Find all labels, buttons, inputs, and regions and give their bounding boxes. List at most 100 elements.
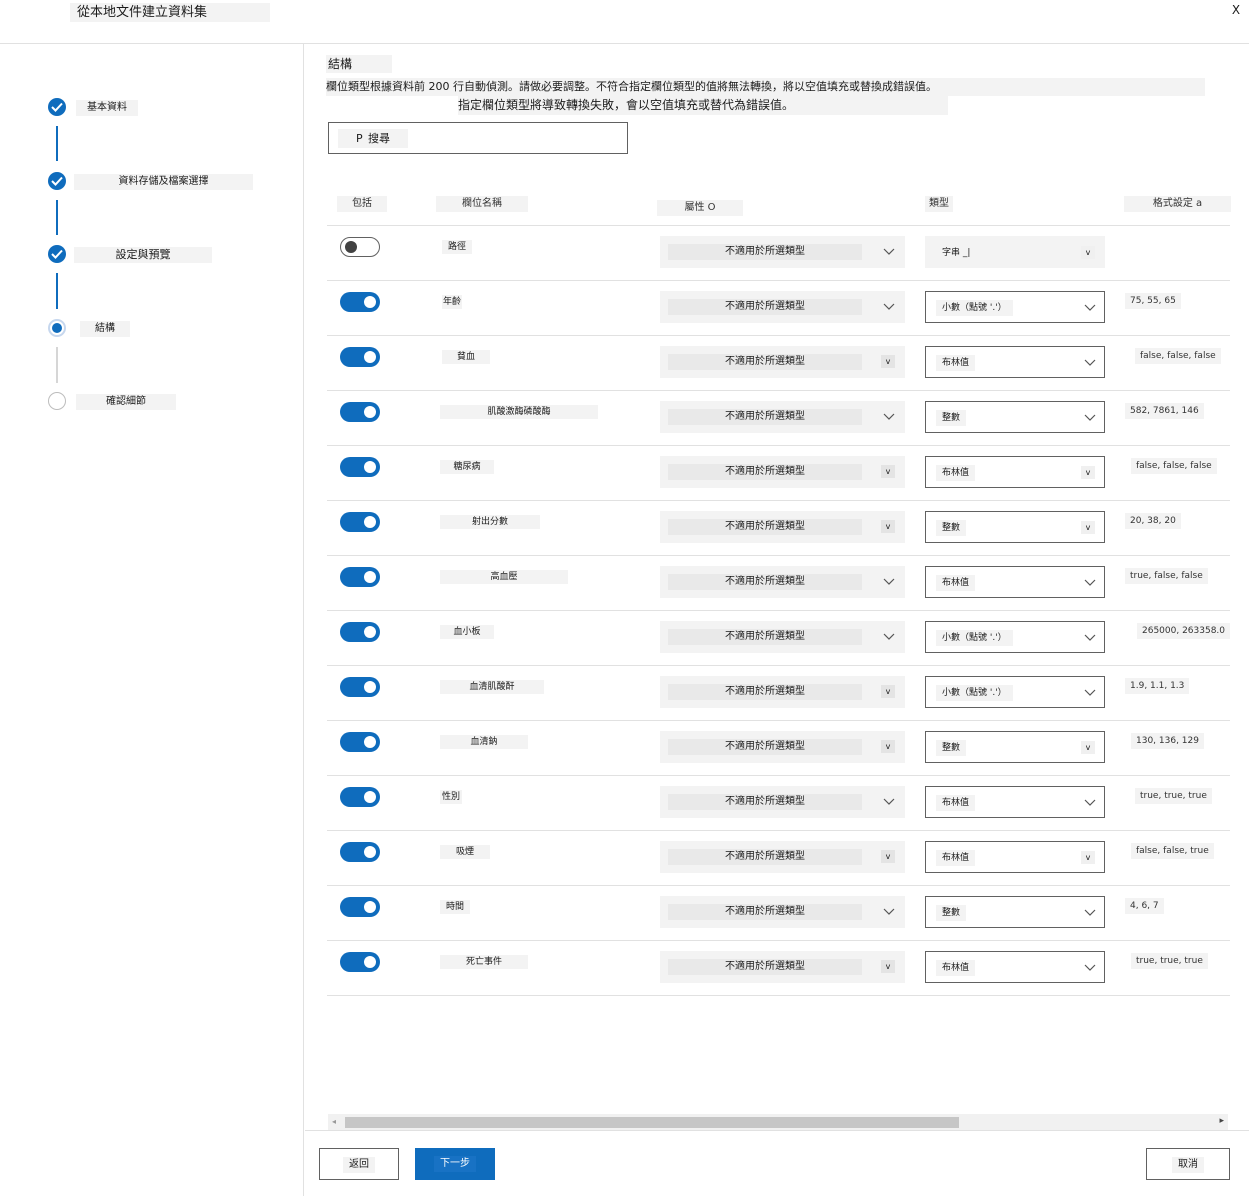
include-toggle[interactable]	[340, 237, 380, 257]
property-dropdown[interactable]: 不適用於所選類型 v	[660, 456, 905, 488]
include-toggle[interactable]	[340, 677, 380, 697]
chevron-down-icon	[883, 798, 895, 805]
property-dropdown[interactable]: 不適用於所選類型	[660, 621, 905, 653]
property-label: 不適用於所選類型	[668, 959, 862, 975]
column-name: 糖尿病	[440, 460, 494, 474]
column-name: 死亡事件	[440, 955, 528, 969]
chevron-down-icon: v	[1081, 851, 1095, 864]
step-connector	[56, 126, 58, 161]
check-circle-icon	[48, 245, 66, 263]
type-dropdown[interactable]: 小數（點號 '.'）	[925, 291, 1105, 323]
include-toggle[interactable]	[340, 842, 380, 862]
scroll-left-icon[interactable]: ◂	[332, 1117, 336, 1126]
property-dropdown[interactable]: 不適用於所選類型 v	[660, 731, 905, 763]
type-dropdown[interactable]: 整數	[925, 896, 1105, 928]
property-dropdown[interactable]: 不適用於所選類型 v	[660, 676, 905, 708]
table-row: 血清肌酸酐 不適用於所選類型 v 小數（點號 '.'） 1.9, 1.1, 1.3	[327, 665, 1230, 720]
type-dropdown[interactable]: 布林值	[925, 566, 1105, 598]
type-dropdown[interactable]: 整數 v	[925, 511, 1105, 543]
table-row: 肌酸激酶磷酸酶 不適用於所選類型 整數 582, 7861, 146	[327, 390, 1230, 445]
type-dropdown[interactable]: 小數（點號 '.'）	[925, 676, 1105, 708]
format-sample: 130, 136, 129	[1131, 733, 1204, 749]
table-row: 死亡事件 不適用於所選類型 v 布林值 true, true, true	[327, 940, 1230, 995]
include-toggle[interactable]	[340, 567, 380, 587]
table-row: 血小板 不適用於所選類型 小數（點號 '.'） 265000, 263358.0	[327, 610, 1231, 665]
chevron-down-icon	[883, 633, 895, 640]
type-label: 布林值	[936, 575, 976, 591]
chevron-down-icon: v	[881, 960, 895, 973]
type-label: 布林值	[936, 355, 976, 371]
property-dropdown[interactable]: 不適用於所選類型 v	[660, 951, 905, 983]
include-toggle[interactable]	[340, 622, 380, 642]
type-label: 小數（點號 '.'）	[936, 300, 1013, 316]
chevron-down-icon: v	[881, 355, 895, 368]
property-dropdown[interactable]: 不適用於所選類型	[660, 786, 905, 818]
cancel-button[interactable]: 取消	[1146, 1148, 1230, 1180]
include-toggle[interactable]	[340, 292, 380, 312]
property-dropdown[interactable]: 不適用於所選類型	[660, 401, 905, 433]
type-label: 字串 _|	[936, 245, 977, 261]
step-label: 結構	[80, 321, 130, 337]
chevron-down-icon	[1084, 909, 1096, 916]
include-toggle[interactable]	[340, 457, 380, 477]
type-dropdown[interactable]: 布林值 v	[925, 841, 1105, 873]
column-name: 年齡	[442, 295, 462, 309]
table-row: 射出分數 不適用於所選類型 v 整數 v 20, 38, 20	[327, 500, 1230, 555]
column-name: 時間	[440, 900, 470, 914]
type-dropdown[interactable]: 布林值 v	[925, 456, 1105, 488]
search-icon: P	[356, 132, 363, 145]
include-toggle[interactable]	[340, 732, 380, 752]
horizontal-scrollbar[interactable]: ◂ ▸	[328, 1114, 1228, 1130]
type-dropdown[interactable]: 整數	[925, 401, 1105, 433]
cancel-button-label: 取消	[1172, 1157, 1204, 1173]
include-toggle[interactable]	[340, 952, 380, 972]
next-button[interactable]: 下一步	[415, 1148, 495, 1180]
format-sample: false, false, false	[1135, 348, 1221, 364]
property-label: 不適用於所選類型	[668, 574, 862, 590]
type-label: 小數（點號 '.'）	[936, 685, 1013, 701]
table-row: 年齡 不適用於所選類型 小數（點號 '.'） 75, 55, 65	[327, 280, 1230, 335]
back-button[interactable]: 返回	[319, 1148, 399, 1180]
chevron-down-icon	[883, 908, 895, 915]
include-toggle[interactable]	[340, 512, 380, 532]
type-dropdown[interactable]: 整數 v	[925, 731, 1105, 763]
property-dropdown[interactable]: 不適用於所選類型	[660, 291, 905, 323]
type-dropdown[interactable]: 小數（點號 '.'）	[925, 621, 1105, 653]
property-dropdown[interactable]: 不適用於所選類型	[660, 566, 905, 598]
property-dropdown[interactable]: 不適用於所選類型 v	[660, 841, 905, 873]
chevron-down-icon	[1084, 304, 1096, 311]
type-dropdown[interactable]: 布林值	[925, 346, 1105, 378]
property-dropdown[interactable]: 不適用於所選類型	[660, 236, 905, 268]
scroll-right-icon[interactable]: ▸	[1219, 1116, 1224, 1126]
close-button[interactable]: X	[1229, 2, 1243, 18]
property-label: 不適用於所選類型	[668, 464, 862, 480]
search-field: P 搜尋	[338, 129, 408, 148]
include-toggle[interactable]	[340, 787, 380, 807]
step-label: 資料存儲及檔案選擇	[74, 174, 253, 190]
chevron-down-icon: v	[1081, 521, 1095, 534]
include-toggle[interactable]	[340, 897, 380, 917]
column-header-name: 欄位名稱	[436, 196, 528, 212]
column-name: 血小板	[440, 625, 494, 639]
include-toggle[interactable]	[340, 347, 380, 367]
type-dropdown[interactable]: 字串 _| v	[925, 236, 1105, 268]
scrollbar-thumb[interactable]	[345, 1117, 959, 1128]
column-name: 射出分數	[440, 515, 540, 529]
property-dropdown[interactable]: 不適用於所選類型	[660, 896, 905, 928]
property-dropdown[interactable]: 不適用於所選類型 v	[660, 346, 905, 378]
step-label: 基本資料	[76, 100, 138, 116]
column-header-property[interactable]: 屬性 O	[657, 200, 743, 216]
property-dropdown[interactable]: 不適用於所選類型 v	[660, 511, 905, 543]
chevron-down-icon	[883, 413, 895, 420]
search-placeholder: 搜尋	[368, 132, 390, 145]
type-dropdown[interactable]: 布林值	[925, 786, 1105, 818]
type-label: 小數（點號 '.'）	[936, 630, 1013, 646]
type-dropdown[interactable]: 布林值	[925, 951, 1105, 983]
step-connector	[56, 347, 58, 383]
include-toggle[interactable]	[340, 402, 380, 422]
column-name: 血清肌酸酐	[440, 680, 544, 694]
property-label: 不適用於所選類型	[668, 684, 862, 700]
property-label: 不適用於所選類型	[668, 244, 862, 260]
table-row: 吸煙 不適用於所選類型 v 布林值 v false, false, true	[327, 830, 1230, 885]
search-input[interactable]: P 搜尋	[328, 122, 628, 154]
